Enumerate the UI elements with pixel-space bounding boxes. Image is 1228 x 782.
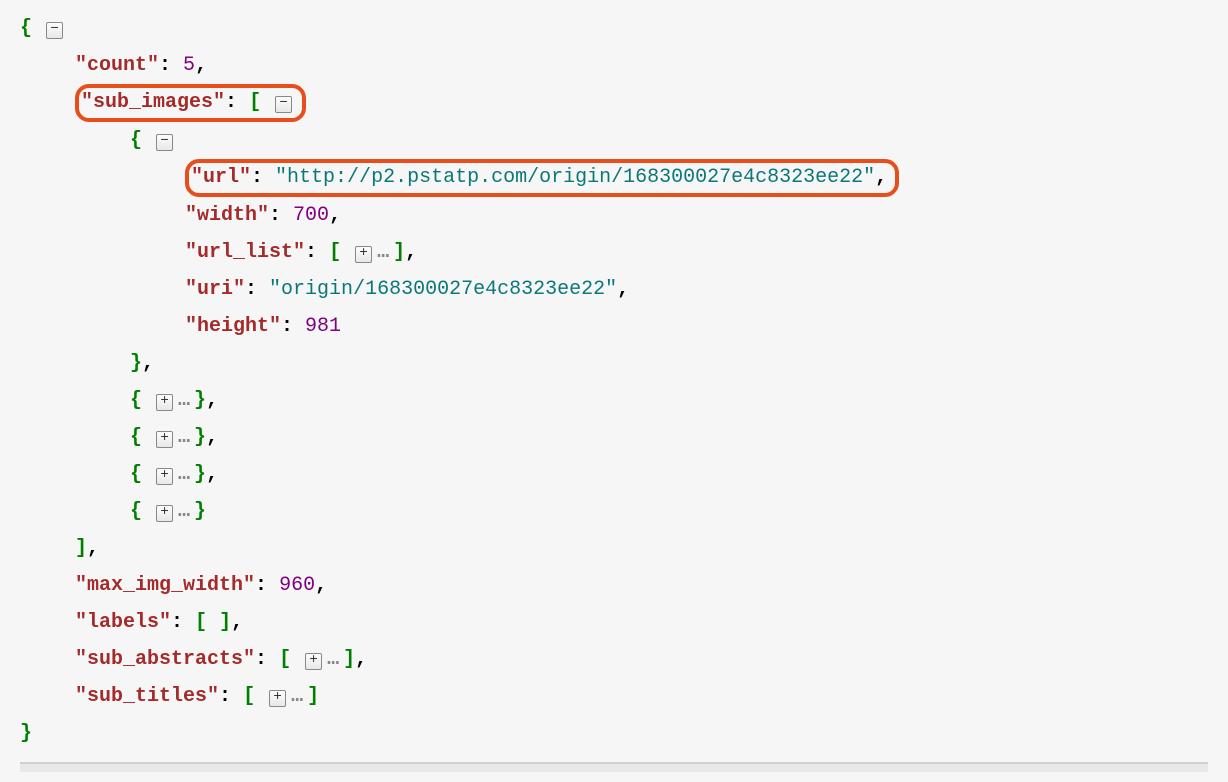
- brace-open: {: [20, 17, 32, 40]
- array-item-collapsed: { +…},: [20, 419, 1208, 456]
- key-url: "url": [191, 166, 251, 189]
- key-count: "count": [75, 54, 159, 77]
- key-uri: "uri": [185, 278, 245, 301]
- collapse-icon[interactable]: −: [275, 96, 292, 113]
- expand-icon[interactable]: +: [305, 653, 322, 670]
- root-close: }: [20, 715, 1208, 752]
- ellipsis-icon: …: [178, 463, 191, 486]
- bracket-open: [: [279, 648, 291, 671]
- array-item-collapsed: { +…},: [20, 456, 1208, 493]
- value-url: "http://p2.pstatp.com/origin/168300027e4…: [275, 166, 875, 189]
- array-item-open: { −: [20, 122, 1208, 159]
- key-sub-images: "sub_images": [81, 91, 225, 114]
- value-width: 700: [293, 204, 329, 227]
- bracket-open: [: [249, 91, 261, 114]
- key-url-list: "url_list": [185, 241, 305, 264]
- expand-icon[interactable]: +: [355, 246, 372, 263]
- expand-icon[interactable]: +: [156, 394, 173, 411]
- brace-close: }: [20, 722, 32, 745]
- ellipsis-icon: …: [327, 648, 340, 671]
- footer-divider: [20, 762, 1208, 772]
- collapse-icon[interactable]: −: [156, 134, 173, 151]
- ellipsis-icon: …: [178, 389, 191, 412]
- brace-close: }: [194, 426, 206, 449]
- brace-close: }: [194, 389, 206, 412]
- property-max-img-width: "max_img_width": 960,: [20, 567, 1208, 604]
- brace-close: }: [130, 352, 142, 375]
- expand-icon[interactable]: +: [156, 505, 173, 522]
- key-height: "height": [185, 315, 281, 338]
- array-item-collapsed: { +…},: [20, 382, 1208, 419]
- bracket-close: ]: [219, 611, 231, 634]
- bracket-open: [: [329, 241, 341, 264]
- property-url-list: "url_list": [ +…],: [20, 234, 1208, 271]
- brace-open: {: [130, 426, 142, 449]
- json-tree-viewer: { − "count": 5, "sub_images": [ − { − "u…: [20, 10, 1208, 752]
- bracket-close: ]: [75, 537, 87, 560]
- property-sub-abstracts: "sub_abstracts": [ +…],: [20, 641, 1208, 678]
- array-item-collapsed: { + …}: [20, 493, 1208, 530]
- brace-open: {: [130, 500, 142, 523]
- expand-icon[interactable]: +: [156, 431, 173, 448]
- property-labels: "labels": [ ],: [20, 604, 1208, 641]
- bracket-open: [: [195, 611, 207, 634]
- property-width: "width": 700,: [20, 197, 1208, 234]
- key-sub-titles: "sub_titles": [75, 685, 219, 708]
- brace-open: {: [130, 463, 142, 486]
- key-width: "width": [185, 204, 269, 227]
- key-sub-abstracts: "sub_abstracts": [75, 648, 255, 671]
- value-uri: "origin/168300027e4c8323ee22": [269, 278, 617, 301]
- value-max-img-width: 960: [279, 574, 315, 597]
- ellipsis-icon: …: [178, 500, 191, 523]
- ellipsis-icon: …: [178, 426, 191, 449]
- brace-close: }: [194, 463, 206, 486]
- highlight-url: "url": "http://p2.pstatp.com/origin/1683…: [185, 159, 899, 197]
- bracket-open: [: [243, 685, 255, 708]
- bracket-close: ]: [393, 241, 405, 264]
- key-max-img-width: "max_img_width": [75, 574, 255, 597]
- property-count: "count": 5,: [20, 47, 1208, 84]
- ellipsis-icon: …: [291, 685, 304, 708]
- brace-open: {: [130, 129, 142, 152]
- property-sub-titles: "sub_titles": [ +…]: [20, 678, 1208, 715]
- array-item-close: },: [20, 345, 1208, 382]
- expand-icon[interactable]: +: [156, 468, 173, 485]
- key-labels: "labels": [75, 611, 171, 634]
- value-count: 5: [183, 54, 195, 77]
- ellipsis-icon: …: [377, 241, 390, 264]
- property-height: "height": 981: [20, 308, 1208, 345]
- bracket-close: ]: [307, 685, 319, 708]
- property-sub-images: "sub_images": [ −: [20, 84, 1208, 122]
- highlight-sub-images: "sub_images": [ −: [75, 84, 306, 122]
- brace-close: }: [194, 500, 206, 523]
- property-uri: "uri": "origin/168300027e4c8323ee22",: [20, 271, 1208, 308]
- brace-open: {: [130, 389, 142, 412]
- bracket-close: ]: [343, 648, 355, 671]
- root-open: { −: [20, 10, 1208, 47]
- collapse-icon[interactable]: −: [46, 22, 63, 39]
- property-url: "url": "http://p2.pstatp.com/origin/1683…: [20, 159, 1208, 197]
- value-height: 981: [305, 315, 341, 338]
- expand-icon[interactable]: +: [269, 690, 286, 707]
- sub-images-close: ],: [20, 530, 1208, 567]
